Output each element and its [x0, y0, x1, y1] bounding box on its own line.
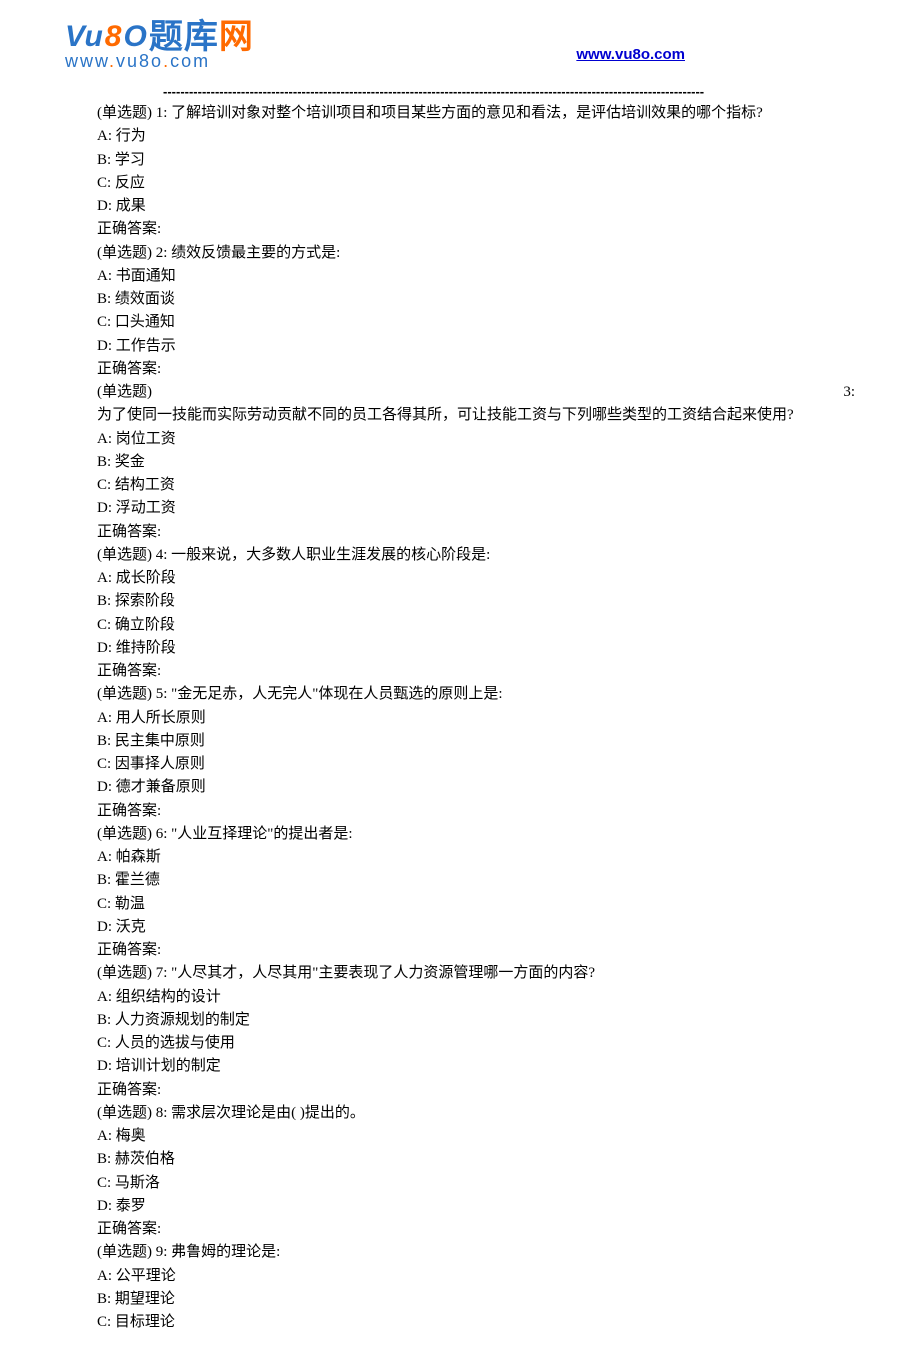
question-option: B: 赫茨伯格 — [97, 1148, 855, 1171]
answer-label: 正确答案: — [97, 1079, 855, 1102]
question-option: D: 成果 — [97, 195, 855, 218]
answer-label: 正确答案: — [97, 800, 855, 823]
question-option: A: 书面通知 — [97, 265, 855, 288]
logo-text-o: O — [123, 22, 146, 52]
question-option: B: 学习 — [97, 149, 855, 172]
divider-line: ----------------------------------------… — [163, 82, 790, 102]
question-option: C: 反应 — [97, 172, 855, 195]
question-option: C: 目标理论 — [97, 1311, 855, 1334]
question-option: B: 探索阶段 — [97, 590, 855, 613]
question-prompt-line2: 为了使同一技能而实际劳动贡献不同的员工各得其所，可让技能工资与下列哪些类型的工资… — [97, 404, 855, 427]
question-prompt: (单选题) 2: 绩效反馈最主要的方式是: — [97, 242, 855, 265]
answer-label: 正确答案: — [97, 358, 855, 381]
answer-label: 正确答案: — [97, 939, 855, 962]
question-option: B: 绩效面谈 — [97, 288, 855, 311]
question-option: A: 成长阶段 — [97, 567, 855, 590]
question-prompt: (单选题) 5: "金无足赤，人无完人"体现在人员甄选的原则上是: — [97, 683, 855, 706]
question-option: C: 结构工资 — [97, 474, 855, 497]
question-content: (单选题) 1: 了解培训对象对整个培训项目和项目某些方面的意见和看法，是评估培… — [0, 102, 920, 1334]
site-logo: Vu8O 题库网 www.vu8o.com — [65, 20, 254, 70]
logo-text-8: 8 — [105, 22, 122, 52]
logo-cn-char-3: 网 — [219, 18, 254, 56]
answer-label: 正确答案: — [97, 660, 855, 683]
question-option: B: 人力资源规划的制定 — [97, 1009, 855, 1032]
question-option: A: 组织结构的设计 — [97, 986, 855, 1009]
question-option: C: 马斯洛 — [97, 1172, 855, 1195]
question-option: A: 岗位工资 — [97, 428, 855, 451]
logo-row: Vu8O 题库网 www.vu8o.com www.vu8o.com — [65, 20, 855, 74]
question-option: D: 浮动工资 — [97, 497, 855, 520]
answer-label: 正确答案: — [97, 1218, 855, 1241]
question-option: D: 维持阶段 — [97, 637, 855, 660]
question-option: B: 期望理论 — [97, 1288, 855, 1311]
question-option: C: 因事择人原则 — [97, 753, 855, 776]
question-option: A: 梅奥 — [97, 1125, 855, 1148]
page-header: Vu8O 题库网 www.vu8o.com www.vu8o.com -----… — [0, 20, 920, 102]
question-prompt: (单选题) 9: 弗鲁姆的理论是: — [97, 1241, 855, 1264]
question-option: C: 人员的选拔与使用 — [97, 1032, 855, 1055]
question-option: D: 工作告示 — [97, 335, 855, 358]
question-prompt: (单选题) 7: "人尽其才，人尽其用"主要表现了人力资源管理哪一方面的内容? — [97, 962, 855, 985]
question-option: A: 帕森斯 — [97, 846, 855, 869]
question-prompt-suffix: 3: — [843, 381, 855, 404]
question-prompt: (单选题) 4: 一般来说，大多数人职业生涯发展的核心阶段是: — [97, 544, 855, 567]
question-option: C: 口头通知 — [97, 311, 855, 334]
question-prompt: (单选题) 6: "人业互择理论"的提出者是: — [97, 823, 855, 846]
question-option: A: 用人所长原则 — [97, 707, 855, 730]
question-option: B: 奖金 — [97, 451, 855, 474]
question-option: C: 勒温 — [97, 893, 855, 916]
answer-label: 正确答案: — [97, 218, 855, 241]
question-option: A: 公平理论 — [97, 1265, 855, 1288]
question-prompt: (单选题) 1: 了解培训对象对整个培训项目和项目某些方面的意见和看法，是评估培… — [97, 102, 855, 125]
question-option: A: 行为 — [97, 125, 855, 148]
question-option: C: 确立阶段 — [97, 614, 855, 637]
question-option: D: 沃克 — [97, 916, 855, 939]
question-prompt: (单选题) 8: 需求层次理论是由( )提出的。 — [97, 1102, 855, 1125]
site-link[interactable]: www.vu8o.com — [576, 43, 685, 66]
logo-text-vu: Vu — [65, 22, 103, 52]
answer-label: 正确答案: — [97, 521, 855, 544]
question-option: B: 民主集中原则 — [97, 730, 855, 753]
question-option: B: 霍兰德 — [97, 869, 855, 892]
question-prompt-prefix: (单选题) — [97, 381, 152, 404]
question-prompt: (单选题) 3: — [97, 381, 855, 404]
question-option: D: 泰罗 — [97, 1195, 855, 1218]
question-option: D: 培训计划的制定 — [97, 1055, 855, 1078]
question-option: D: 德才兼备原则 — [97, 776, 855, 799]
